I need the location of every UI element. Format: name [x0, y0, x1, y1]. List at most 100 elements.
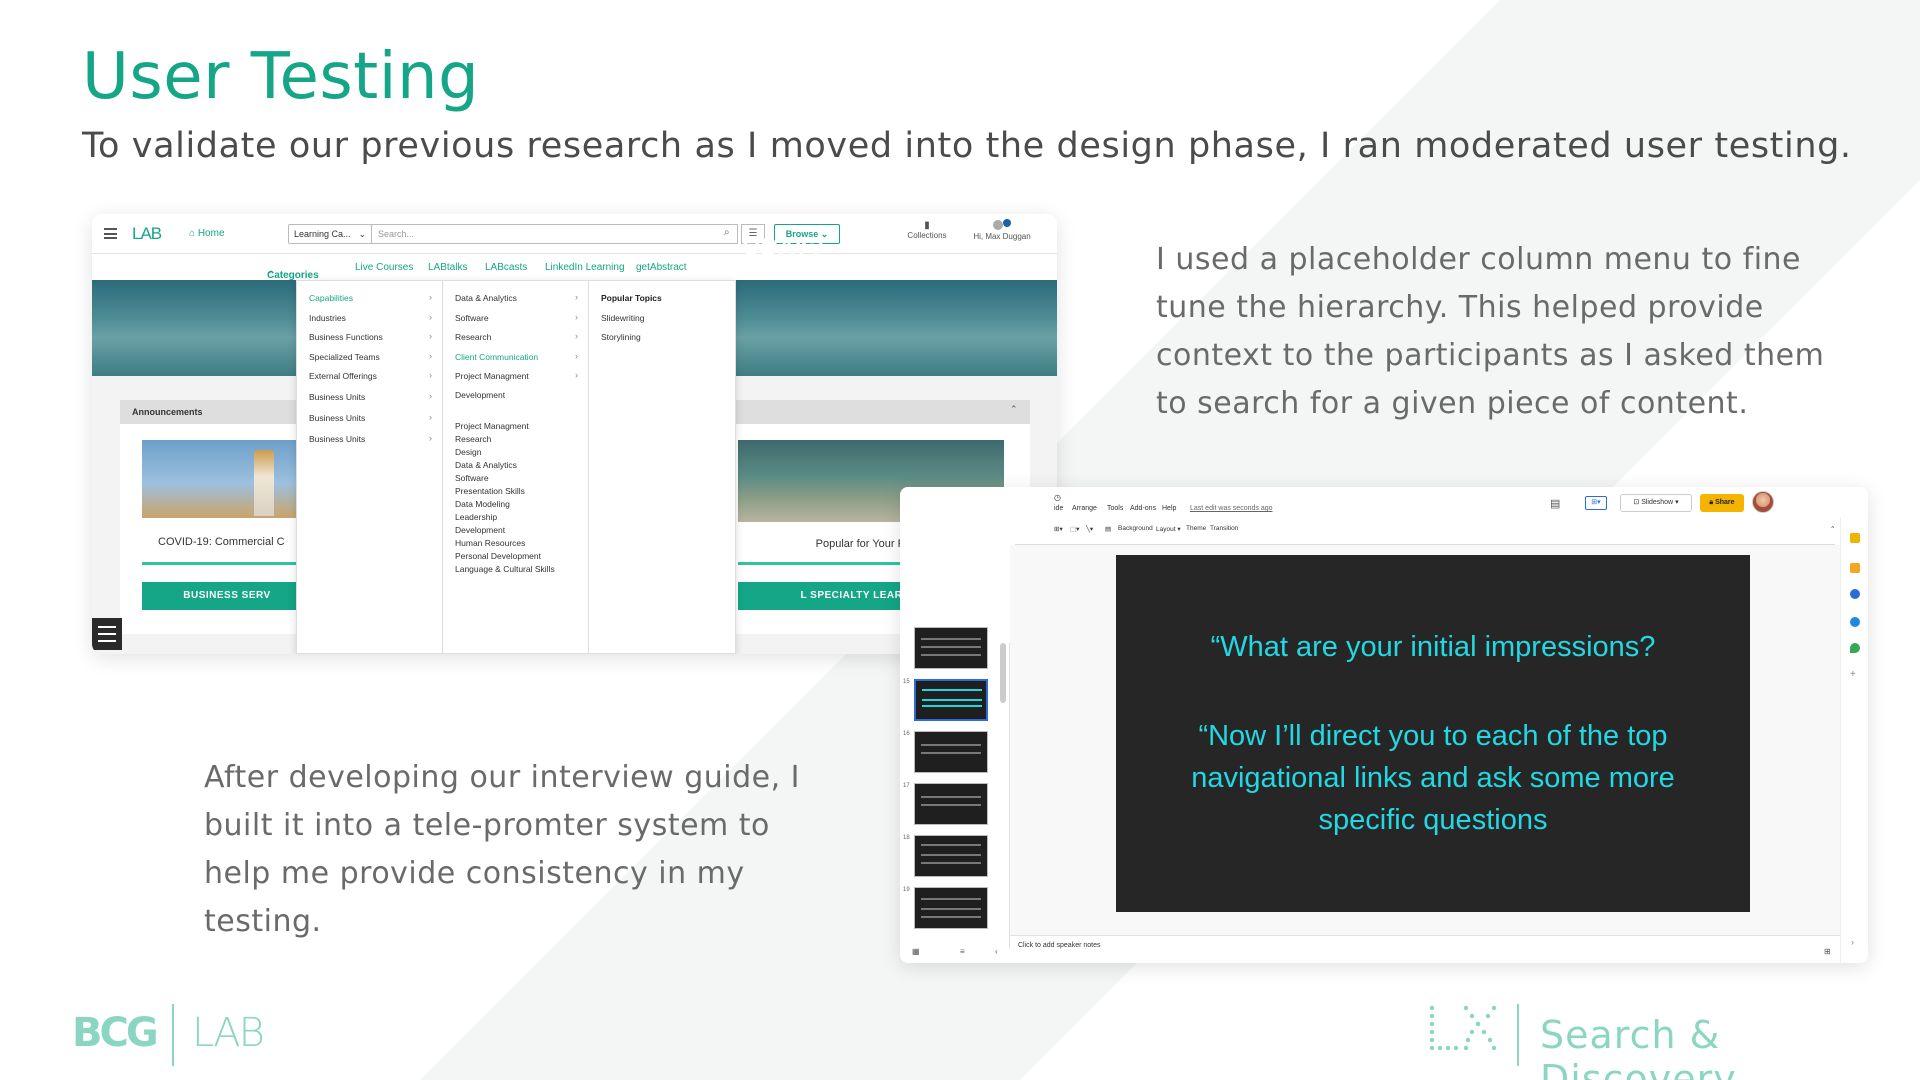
- chevron-right-icon: ›: [575, 312, 578, 322]
- toolbar-button[interactable]: Layout ▾: [1156, 525, 1181, 533]
- grid-view-icon[interactable]: ▦: [912, 947, 920, 956]
- menu-item[interactable]: Capabilities: [309, 293, 353, 303]
- menu-item[interactable]: Specialized Teams: [309, 352, 380, 362]
- page-title: User Testing: [82, 40, 480, 114]
- slide-thumbnail-selected[interactable]: [914, 679, 988, 721]
- search-input[interactable]: Search...: [371, 224, 738, 244]
- menu-item[interactable]: ide: [1054, 505, 1063, 512]
- calendar-icon[interactable]: [1850, 617, 1860, 627]
- slide-thumbnail[interactable]: [914, 731, 988, 773]
- chevron-down-icon: ⌄: [358, 229, 366, 239]
- history-icon[interactable]: ◷: [1054, 493, 1061, 502]
- present-icon[interactable]: ⊞▾: [1585, 496, 1607, 510]
- chevron-right-icon[interactable]: ›: [1851, 937, 1854, 947]
- maps-icon[interactable]: [1850, 643, 1860, 653]
- menu-item[interactable]: Software: [455, 313, 489, 323]
- ruler: [1015, 537, 1835, 545]
- zoom-icon[interactable]: ⊞▾: [1054, 525, 1063, 533]
- category-select[interactable]: Learning Ca... ⌄: [288, 224, 372, 244]
- tasks-icon[interactable]: [1850, 563, 1860, 573]
- toolbar-button[interactable]: Transition: [1210, 525, 1238, 532]
- menu-item[interactable]: External Offerings: [309, 371, 377, 381]
- slide-thumbnail[interactable]: [914, 835, 988, 877]
- footer-divider: [172, 1004, 174, 1066]
- menu-item[interactable]: Leadership: [455, 512, 497, 522]
- menu-item[interactable]: Human Resources: [455, 538, 525, 548]
- share-button[interactable]: 🔒︎ Share: [1700, 494, 1744, 512]
- nav-link[interactable]: LABcasts: [485, 262, 527, 273]
- nav-link[interactable]: LinkedIn Learning: [545, 262, 625, 273]
- nav-link[interactable]: Live Courses: [355, 262, 413, 273]
- slide-thumbnail[interactable]: [914, 627, 988, 669]
- menu-item[interactable]: Project Managment: [455, 421, 529, 431]
- menu-item[interactable]: Help: [1162, 505, 1176, 512]
- filmstrip-scrollbar[interactable]: [1000, 643, 1006, 703]
- teleprompter-slide[interactable]: “What are your initial impressions? “Now…: [1116, 555, 1750, 912]
- comment-add-icon[interactable]: ▤: [1105, 525, 1111, 533]
- menu-item[interactable]: Business Units: [309, 434, 365, 444]
- menu-item[interactable]: Data Modeling: [455, 499, 510, 509]
- speaker-notes[interactable]: Click to add speaker notes: [1010, 935, 1850, 963]
- menu-item[interactable]: Storylining: [601, 332, 641, 342]
- menu-item[interactable]: Data & Analytics: [455, 293, 517, 303]
- chevron-up-icon[interactable]: ⌃: [1830, 525, 1835, 533]
- menu-item[interactable]: Project Managment: [455, 371, 529, 381]
- menu-item[interactable]: Language & Cultural Skills: [455, 564, 555, 574]
- slideshow-label: Slideshow: [1641, 499, 1674, 506]
- menu-item[interactable]: Research: [455, 434, 491, 444]
- slide-thumbnail[interactable]: [914, 887, 988, 929]
- page-subtitle: To validate our previous research as I m…: [82, 126, 1852, 166]
- category-mega-menu: Capabilities › Industries › Business Funct…: [296, 280, 736, 654]
- chevron-up-icon[interactable]: ⌃: [1010, 404, 1018, 415]
- card-title[interactable]: COVID-19: Commercial C: [158, 536, 285, 548]
- explore-icon[interactable]: ⊞: [1824, 947, 1831, 956]
- user-menu[interactable]: Hi, Max Duggan: [962, 219, 1042, 241]
- toolbar-button[interactable]: Theme: [1186, 525, 1206, 532]
- menu-item[interactable]: Tools: [1107, 505, 1123, 512]
- home-icon: ⌂: [189, 228, 198, 239]
- menu-item[interactable]: Design: [455, 447, 481, 457]
- select-icon[interactable]: ⬚▾: [1070, 525, 1079, 533]
- nav-link[interactable]: LABtalks: [428, 262, 467, 273]
- menu-item[interactable]: Development: [455, 390, 505, 400]
- add-icon[interactable]: +: [1850, 669, 1856, 680]
- menu-item[interactable]: Client Communication: [455, 352, 538, 362]
- menu-item[interactable]: Business Functions: [309, 332, 383, 342]
- search-icon[interactable]: ⌕: [724, 227, 730, 238]
- collections-button[interactable]: ▮ Collections: [902, 220, 952, 240]
- menu-item[interactable]: Add-ons: [1130, 505, 1156, 512]
- menu-item[interactable]: Business Units: [309, 392, 365, 402]
- menu-item[interactable]: Software: [455, 473, 489, 483]
- avatar[interactable]: [1752, 491, 1774, 513]
- portal-nav: Categories ⌃ Live Courses LABtalks LABca…: [92, 254, 1057, 281]
- bookmark-icon: ▮: [924, 220, 930, 231]
- portal-logo[interactable]: LAB: [132, 224, 162, 244]
- home-label: Home: [197, 228, 225, 239]
- business-services-button[interactable]: BUSINESS SERV: [142, 582, 312, 610]
- last-edit-link[interactable]: Last edit was seconds ago: [1190, 505, 1273, 512]
- filmstrip-view-icon[interactable]: ≡: [960, 947, 965, 956]
- menu-item[interactable]: Business Units: [309, 413, 365, 423]
- hamburger-icon[interactable]: [104, 228, 117, 239]
- menu-item[interactable]: Arrange: [1072, 505, 1097, 512]
- collapse-icon[interactable]: ‹: [995, 947, 998, 956]
- home-link[interactable]: ⌂ Home: [189, 228, 225, 239]
- slides-menubar: ◷ ide Arrange Tools Add-ons Help Last ed…: [900, 487, 1868, 545]
- keep-icon[interactable]: [1850, 533, 1860, 543]
- slideshow-button[interactable]: ⊡ Slideshow ▾: [1620, 494, 1692, 512]
- menu-item[interactable]: Research: [455, 332, 491, 342]
- comment-icon[interactable]: ▤: [1550, 497, 1560, 510]
- nav-link[interactable]: getAbstract: [636, 262, 687, 273]
- lighthouse-image: [142, 440, 312, 518]
- slide-thumbnail[interactable]: [914, 783, 988, 825]
- menu-item[interactable]: Personal Development: [455, 551, 541, 561]
- toolbar-button[interactable]: Background: [1118, 525, 1153, 532]
- hamburger-icon[interactable]: [92, 618, 122, 650]
- menu-item[interactable]: Data & Analytics: [455, 460, 517, 470]
- menu-item[interactable]: Slidewriting: [601, 313, 644, 323]
- menu-item[interactable]: Industries: [309, 313, 346, 323]
- contacts-icon[interactable]: [1850, 589, 1860, 599]
- menu-item[interactable]: Development: [455, 525, 505, 535]
- menu-item[interactable]: Presentation Skills: [455, 486, 525, 496]
- line-icon[interactable]: ╲▾: [1086, 525, 1093, 533]
